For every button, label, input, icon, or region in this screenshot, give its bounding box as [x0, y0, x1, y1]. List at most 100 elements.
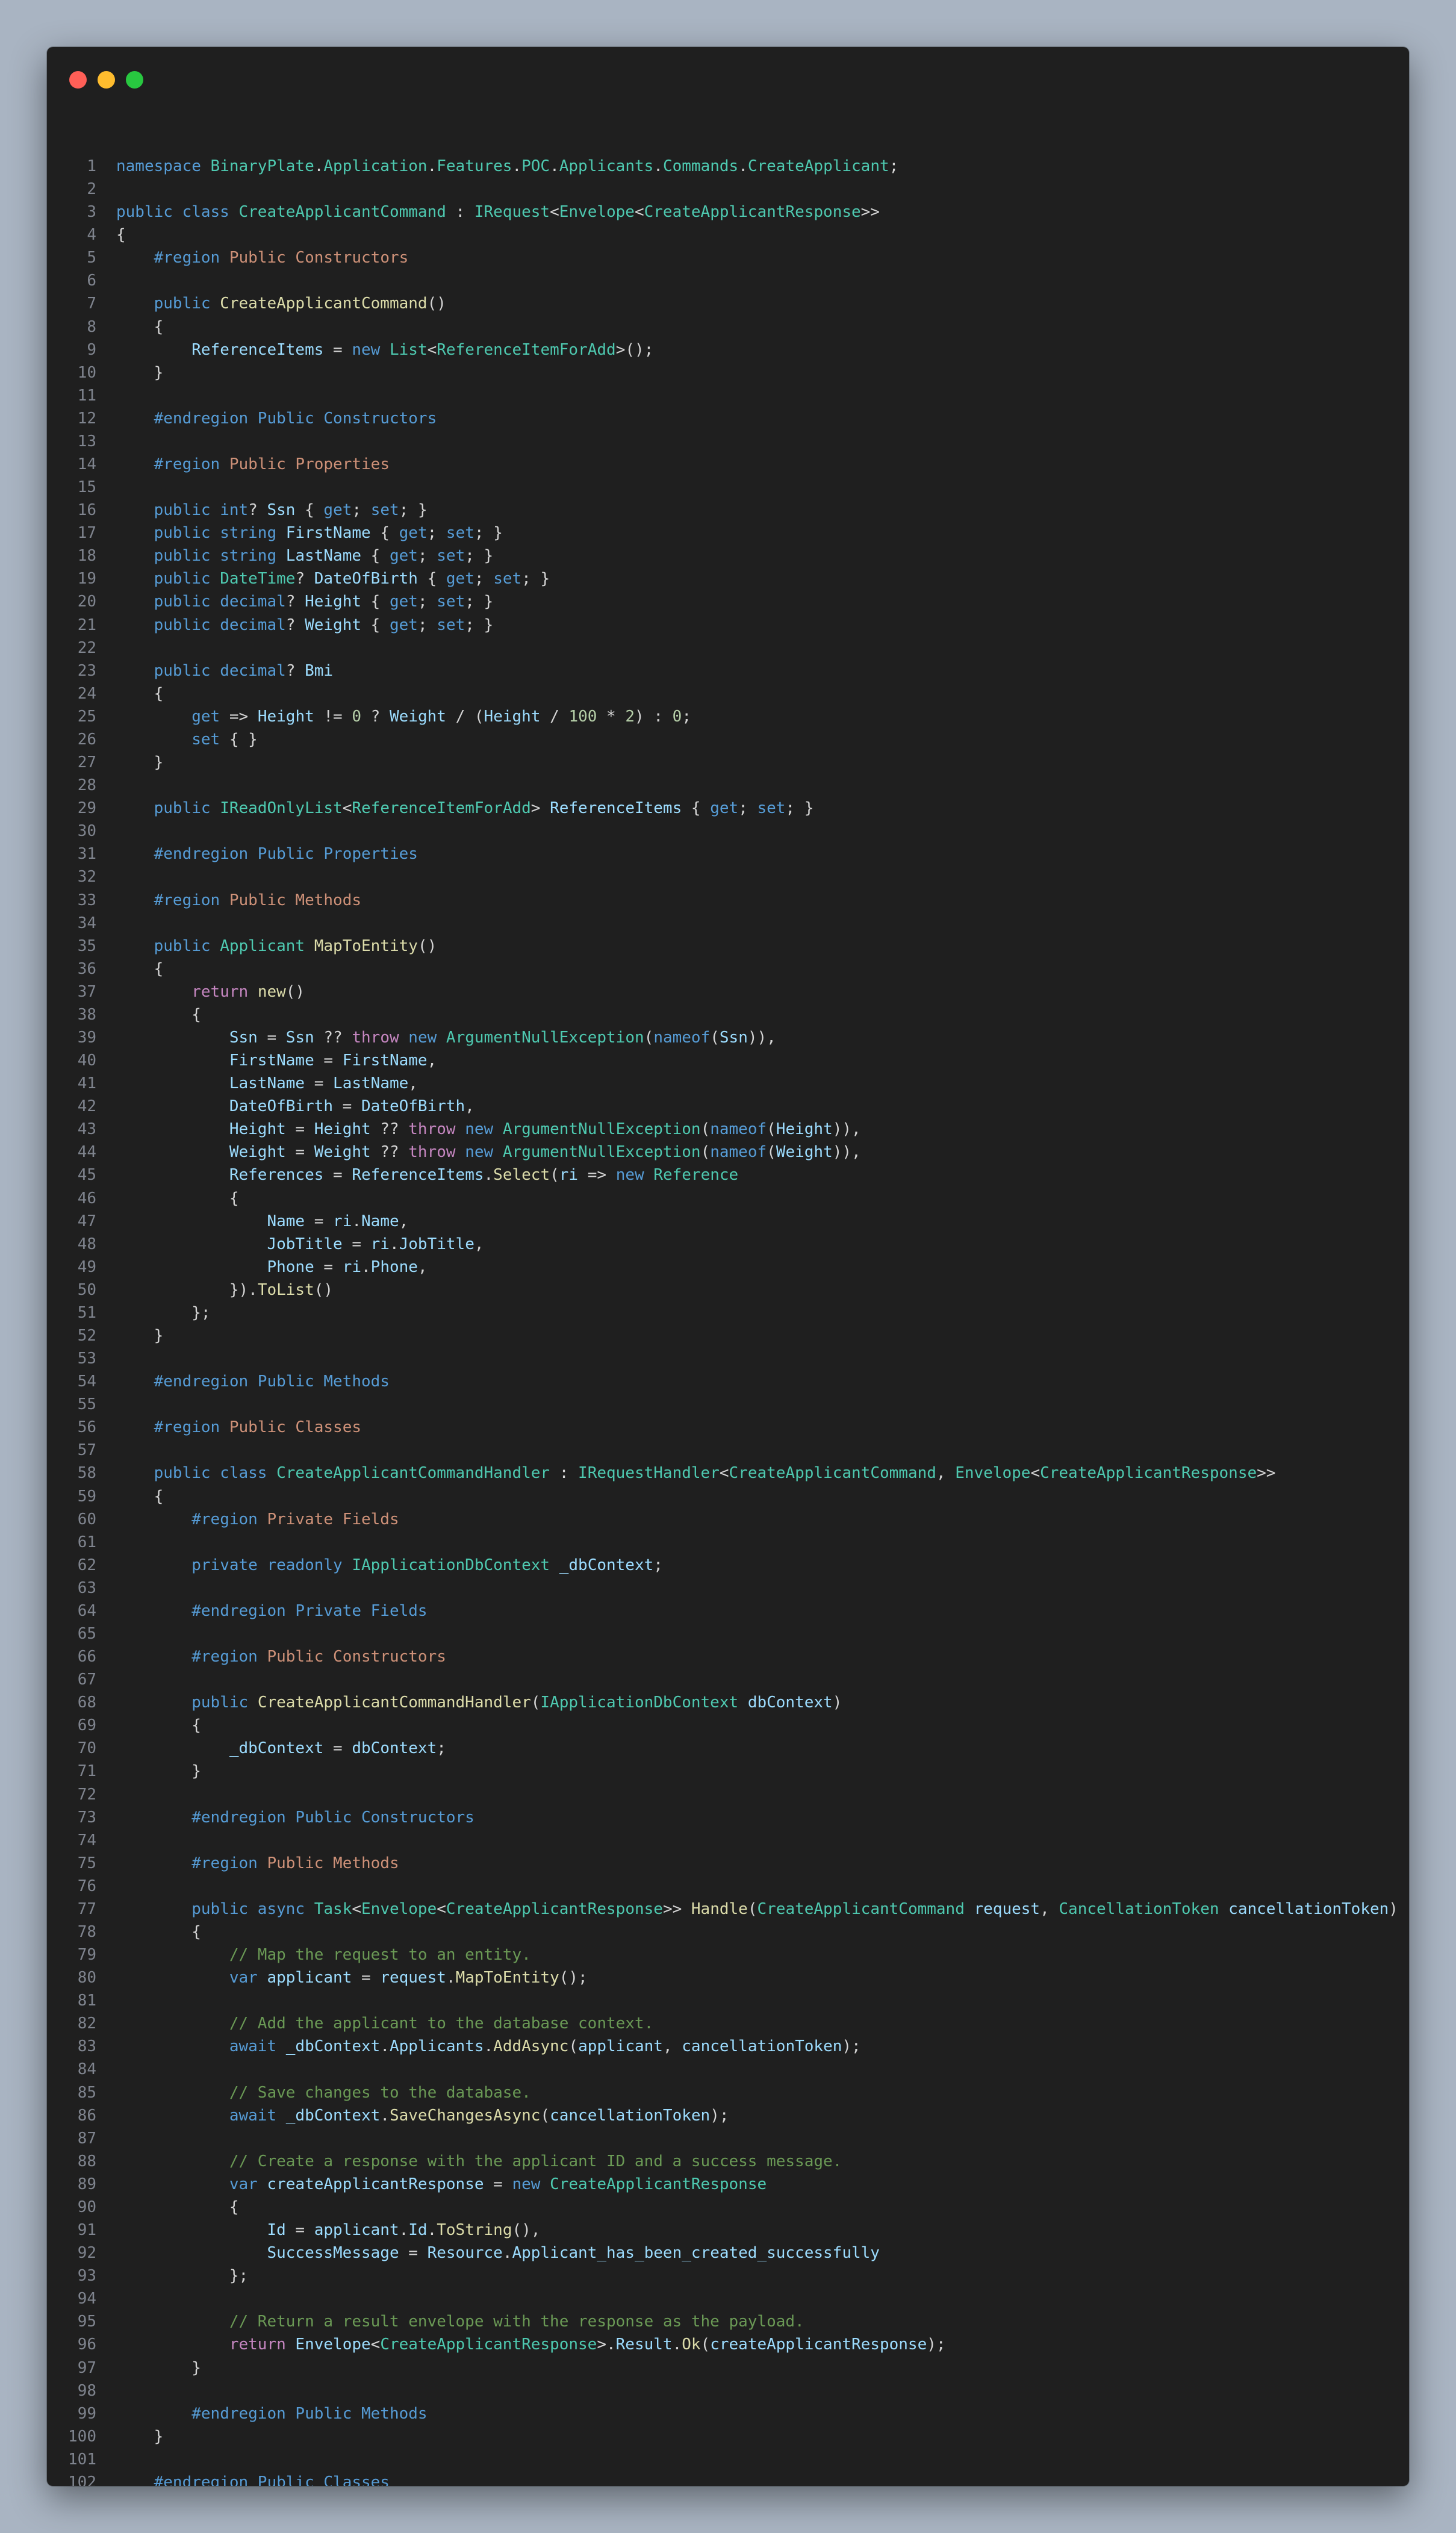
line-number: 71: [77, 1762, 96, 1781]
code-token: ): [1389, 1899, 1398, 1918]
line-number: 43: [77, 1120, 96, 1139]
code-token: Envelope: [361, 1899, 437, 1918]
code-token: set: [493, 570, 522, 588]
line-number: 65: [77, 1625, 96, 1643]
code-token: set: [370, 501, 399, 520]
code-token: ;: [653, 1556, 663, 1574]
code-token: IReadOnlyList: [220, 799, 343, 818]
code-text: get => Height != 0 ? Weight / (Height / …: [116, 705, 691, 728]
code-token: FirstName: [342, 1052, 428, 1070]
code-token: {: [417, 570, 446, 588]
code-token: (): [285, 982, 305, 1001]
code-token: public decimal: [154, 661, 286, 680]
code-token: ReferenceItems: [352, 1166, 484, 1185]
code-text: }: [116, 1760, 201, 1783]
code-token: {: [116, 1189, 239, 1207]
code-token: <: [1030, 1464, 1041, 1483]
code-token: Public Methods: [229, 891, 362, 909]
code-line: 54 #endregion Public Methods: [47, 1370, 1409, 1393]
code-token: public int: [154, 501, 249, 520]
code-token: ArgumentNullException: [446, 1028, 644, 1047]
code-token: .: [314, 157, 324, 175]
close-button[interactable]: [69, 71, 87, 89]
code-token: ReferenceItems: [191, 340, 324, 359]
code-token: (: [747, 1899, 758, 1918]
code-line: 27 }: [47, 751, 1409, 774]
code-line: 69 {: [47, 1714, 1409, 1737]
line-number: 29: [77, 799, 96, 818]
minimize-button[interactable]: [98, 71, 115, 89]
code-token: var: [229, 2175, 267, 2193]
code-token: /: [540, 707, 569, 726]
code-line: 26 set { }: [47, 728, 1409, 751]
code-token: ToList: [257, 1280, 314, 1299]
code-token: ,: [1040, 1899, 1059, 1918]
code-token: nameof: [710, 1120, 767, 1139]
code-line: 38 {: [47, 1003, 1409, 1026]
code-text: Weight = Weight ?? throw new ArgumentNul…: [116, 1141, 861, 1164]
code-token: ; }: [465, 615, 494, 634]
line-number: 16: [77, 501, 96, 520]
code-token: ArgumentNullException: [502, 1143, 701, 1162]
code-text: private readonly IApplicationDbContext _…: [116, 1554, 663, 1577]
code-token: DateOfBirth: [314, 570, 418, 588]
code-token: #endregion Public Properties: [154, 845, 418, 864]
code-token: {: [295, 501, 324, 520]
code-line: 98: [47, 2379, 1409, 2402]
code-text: FirstName = FirstName,: [116, 1049, 437, 1072]
code-token: ReferenceItemForAdd: [352, 799, 531, 818]
code-token: Name: [361, 1212, 399, 1230]
code-line: 31 #endregion Public Properties: [47, 843, 1409, 865]
code-token: };: [116, 2267, 249, 2285]
code-line: 61: [47, 1531, 1409, 1554]
line-number: 31: [77, 845, 96, 864]
code-token: >>: [662, 1899, 691, 1918]
code-line: 47 Name = ri.Name,: [47, 1210, 1409, 1233]
line-number: 51: [77, 1303, 96, 1322]
code-token: ) :: [635, 707, 673, 726]
code-line: 57: [47, 1439, 1409, 1462]
code-token: >();: [615, 340, 654, 359]
code-token: =: [305, 1074, 334, 1093]
code-token: }: [116, 2427, 164, 2446]
code-token: public decimal: [154, 615, 286, 634]
code-token: createApplicantResponse: [267, 2175, 484, 2193]
code-token: Applicant_has_been_created_successfully: [512, 2244, 880, 2263]
code-token: {: [116, 1716, 201, 1735]
code-line: 37 return new(): [47, 980, 1409, 1003]
code-text: };: [116, 1301, 210, 1324]
code-token: ; }: [785, 799, 814, 818]
code-token: .: [399, 2221, 409, 2240]
code-token: Envelope: [559, 203, 635, 222]
code-text: {: [116, 1714, 201, 1737]
code-text: public decimal? Bmi: [116, 659, 333, 682]
code-token: =: [305, 1212, 334, 1230]
code-token: Ssn: [719, 1028, 748, 1047]
code-token: ?: [295, 570, 314, 588]
code-token: .: [550, 157, 559, 175]
code-line: 18 public string LastName { get; set; }: [47, 544, 1409, 567]
code-token: .: [427, 157, 437, 175]
code-line: 25 get => Height != 0 ? Weight / (Height…: [47, 705, 1409, 728]
code-token: await: [229, 2106, 286, 2125]
line-number: 9: [87, 340, 96, 359]
code-token: (),: [512, 2221, 541, 2240]
code-line: 87: [47, 2127, 1409, 2150]
maximize-button[interactable]: [126, 71, 143, 89]
line-number: 93: [77, 2267, 96, 2285]
code-line: 20 public decimal? Height { get; set; }: [47, 590, 1409, 613]
line-number: 6: [87, 272, 96, 290]
